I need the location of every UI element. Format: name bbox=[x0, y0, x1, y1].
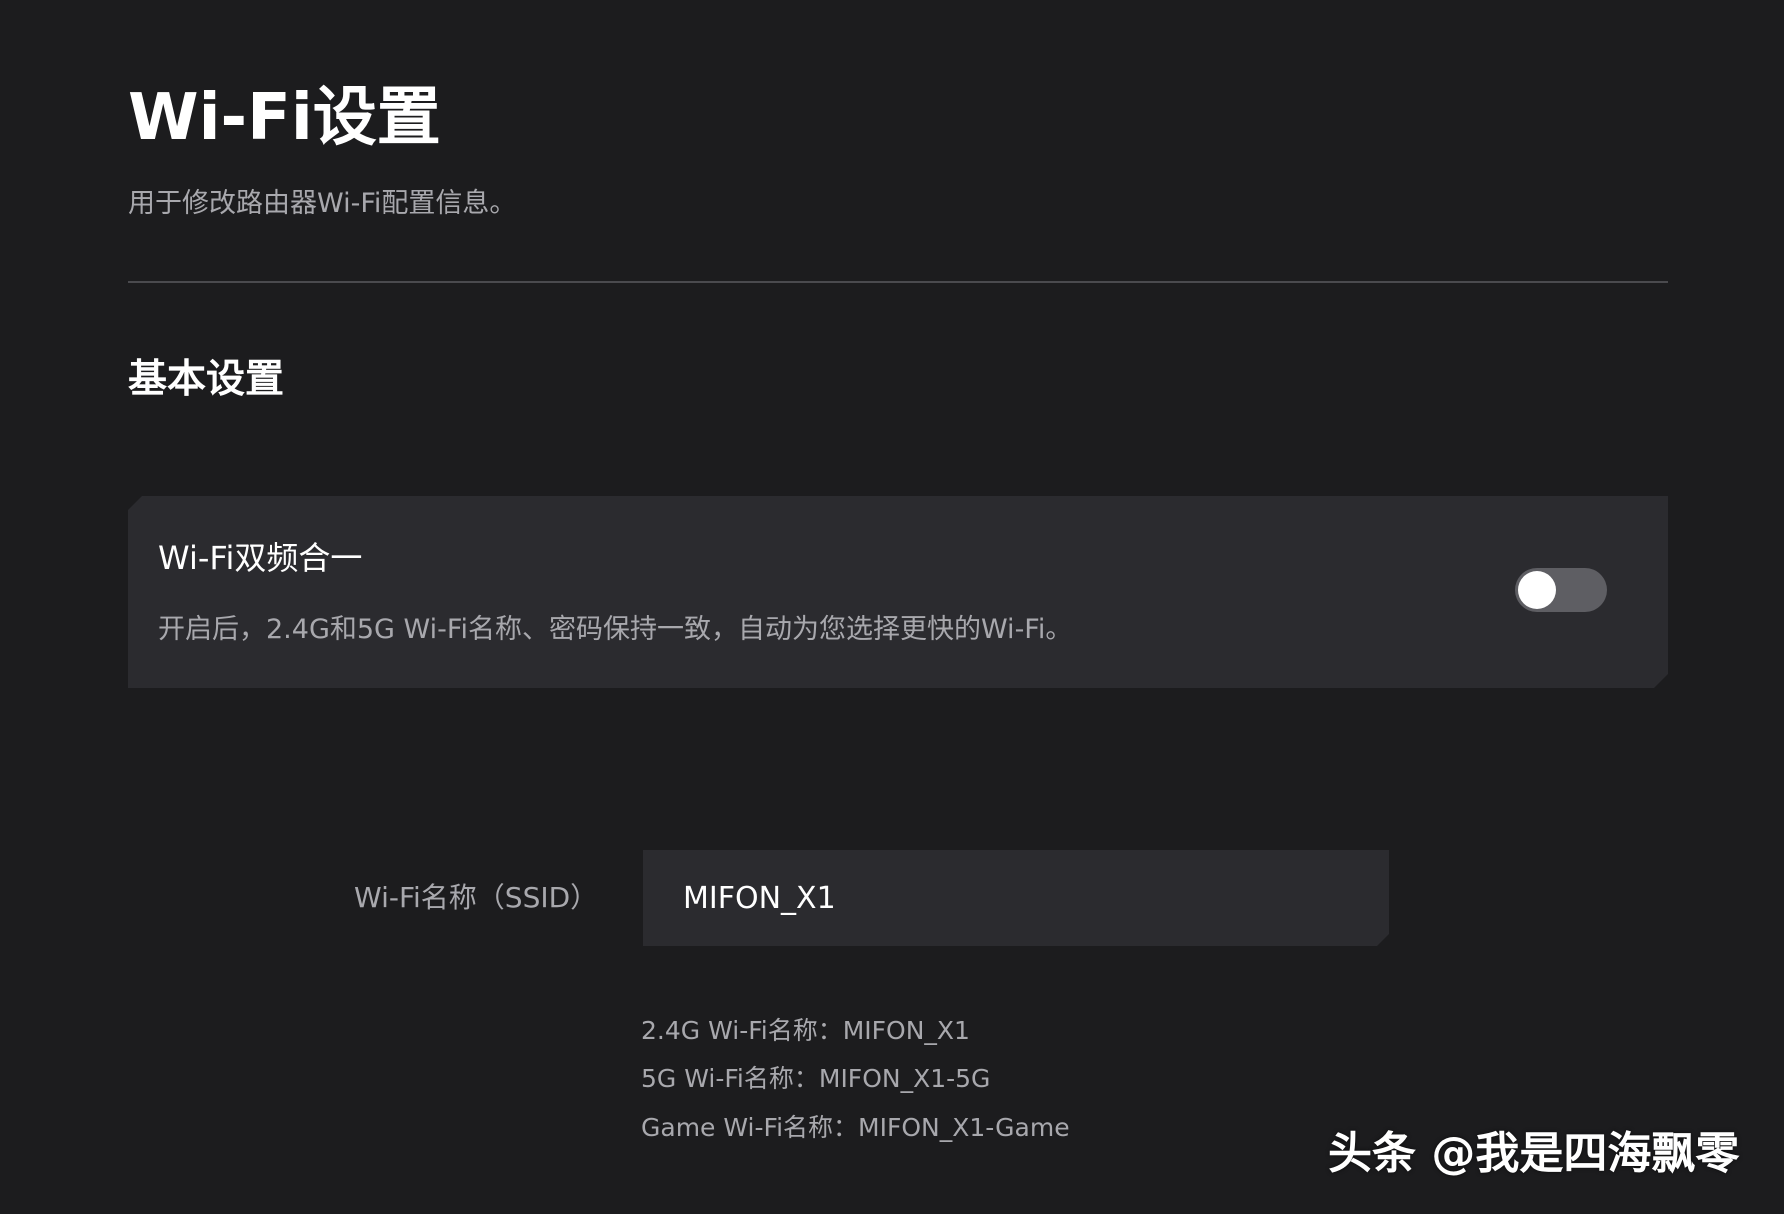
dual-band-toggle[interactable] bbox=[1515, 568, 1607, 612]
hint-24g-name: 2.4G Wi-Fi名称：MIFON_X1 bbox=[641, 1016, 970, 1045]
page-title: Wi-Fi设置 bbox=[128, 81, 441, 155]
watermark: 头条 @我是四海飘零 bbox=[1328, 1128, 1740, 1179]
hint-game-name: Game Wi-Fi名称：MIFON_X1-Game bbox=[641, 1113, 1070, 1142]
ssid-label: Wi-Fi名称（SSID） bbox=[354, 881, 599, 914]
hint-5g-name: 5G Wi-Fi名称：MIFON_X1-5G bbox=[641, 1064, 991, 1093]
page-subtitle: 用于修改路由器Wi-Fi配置信息。 bbox=[128, 188, 517, 219]
wifi-settings-page: Wi-Fi设置 用于修改路由器Wi-Fi配置信息。 基本设置 Wi-Fi双频合一… bbox=[0, 0, 1784, 1214]
dual-band-description: 开启后，2.4G和5G Wi-Fi名称、密码保持一致，自动为您选择更快的Wi-F… bbox=[158, 614, 1073, 645]
dual-band-title: Wi-Fi双频合一 bbox=[158, 539, 363, 577]
header-divider bbox=[128, 281, 1668, 283]
dual-band-card: Wi-Fi双频合一 开启后，2.4G和5G Wi-Fi名称、密码保持一致，自动为… bbox=[128, 496, 1668, 688]
section-title-basic: 基本设置 bbox=[128, 357, 285, 402]
toggle-knob bbox=[1518, 571, 1556, 609]
ssid-input[interactable] bbox=[643, 850, 1389, 946]
